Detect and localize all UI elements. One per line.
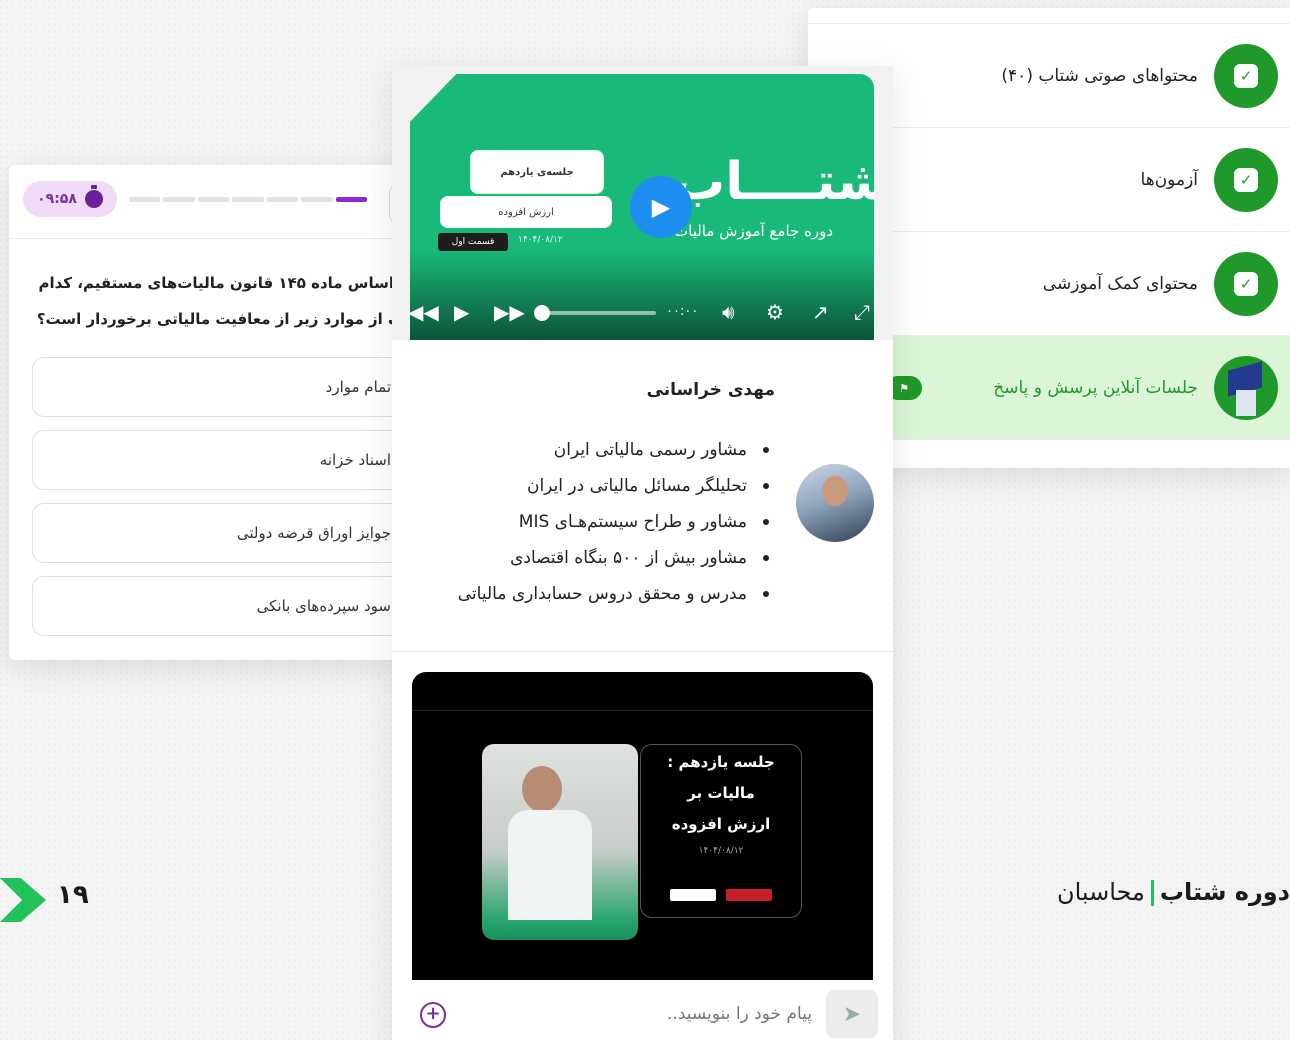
- question-line-1: براساس ماده ۱۴۵ قانون مالیات‌های مستقیم،…: [38, 274, 410, 292]
- quiz-header: ۰۹:۵۸: [9, 165, 409, 239]
- course-item-label: محتواهای صوتی شتاب (۴۰): [1001, 65, 1198, 86]
- video-controls: ◀◀ ▶ ▶▶ ۰۰:۰۰ 🔊︎ ⚙ ↗ ⤢: [392, 290, 893, 336]
- quiz-timer: ۰۹:۵۸: [23, 181, 117, 217]
- progress-segment: [232, 197, 264, 202]
- session-tag: جلسه‌ی یازدهم: [470, 150, 604, 194]
- quiz-panel: ۰۹:۵۸ براساس ماده ۱۴۵ قانون مالیات‌های م…: [9, 165, 409, 660]
- credential-item: مشاور بیش از ۵۰۰ بنگاه اقتصادی: [458, 540, 773, 576]
- external-link-icon[interactable]: ↗: [812, 300, 829, 324]
- option-label: تمام موارد: [325, 378, 391, 396]
- progress-segment: [129, 197, 161, 202]
- video-date: ۱۴۰۴/۰۸/۱۲: [518, 235, 563, 245]
- progress-segment: [197, 197, 230, 202]
- option-label: سود سپرده‌های بانکی: [256, 597, 391, 615]
- quiz-option[interactable]: اسناد خزانه: [32, 430, 409, 490]
- rewind-icon[interactable]: ◀◀: [408, 300, 439, 324]
- message-input[interactable]: [472, 996, 812, 1032]
- progress-segment: [266, 197, 299, 202]
- credential-item: مشاور و طراح سیستم‌هـای MIS: [458, 504, 773, 540]
- question-text: براساس ماده ۱۴۵ قانون مالیات‌های مستقیم،…: [37, 265, 409, 337]
- check-icon: ✓: [1214, 43, 1278, 108]
- credential-item: تحلیلگر مسائل مالیاتی در ایران: [458, 468, 773, 504]
- timer-value: ۰۹:۵۸: [37, 191, 77, 207]
- time-display: ۰۰:۰۰: [666, 304, 699, 319]
- footer-title: دوره شتاب محاسبان: [1044, 878, 1290, 906]
- chevron-right-icon: [0, 878, 46, 922]
- partner-logos: [661, 889, 781, 903]
- footer-separator: [1150, 880, 1154, 906]
- episode-tag: قسمت اول: [438, 233, 508, 251]
- seek-handle[interactable]: [534, 305, 550, 321]
- credential-item: مدرس و محقق دروس حسابداری مالیاتی: [458, 576, 773, 612]
- lesson-panel: جلسه‌ی یازدهم ارزش افزوده قسمت اول ۱۴۰۴/…: [392, 66, 893, 1040]
- credential-item: مشاور رسمی مالیاتی ایران: [458, 432, 773, 468]
- quiz-option[interactable]: جوایز اوراق قرضه دولتی: [32, 503, 409, 563]
- session-title-line-2: مالیات بر: [687, 784, 755, 802]
- cube-icon: [1214, 355, 1278, 420]
- footer-course-name: دوره شتاب: [1159, 878, 1290, 906]
- chat-composer: ➤ +: [392, 980, 893, 1040]
- settings-icon[interactable]: ⚙: [766, 300, 784, 324]
- progress-segment: [335, 197, 367, 202]
- brand-subtitle: دوره جامع آموزش مالیات: [674, 222, 834, 240]
- session-title-line-3: ارزش افزوده: [671, 815, 771, 833]
- check-icon: ✓: [1214, 147, 1278, 212]
- play-icon[interactable]: ▶: [630, 176, 692, 238]
- partner-logo: [726, 889, 772, 901]
- instructor-section: مهدی خراسانی مشاور رسمی مالیاتی ایران تح…: [392, 356, 893, 652]
- footer-brand: محاسبان: [1056, 878, 1145, 906]
- progress-segment: [301, 197, 333, 202]
- play-button-icon[interactable]: ▶: [454, 300, 469, 324]
- volume-icon[interactable]: 🔊︎: [722, 300, 735, 324]
- video-player[interactable]: جلسه‌ی یازدهم ارزش افزوده قسمت اول ۱۴۰۴/…: [392, 66, 893, 340]
- instructor-credentials: مشاور رسمی مالیاتی ایران تحلیلگر مسائل م…: [458, 432, 773, 612]
- page-number: ۱۹: [57, 880, 89, 910]
- quiz-option[interactable]: تمام موارد: [32, 357, 409, 417]
- option-label: اسناد خزانه: [319, 451, 391, 469]
- add-attachment-icon[interactable]: +: [420, 1002, 446, 1028]
- brand-logo: [670, 889, 716, 901]
- seek-bar[interactable]: [538, 311, 656, 315]
- fast-forward-icon[interactable]: ▶▶: [494, 300, 525, 324]
- quiz-progress-bar: [129, 197, 367, 202]
- instructor-name: مهدی خراسانی: [646, 380, 775, 400]
- instructor-avatar: [796, 464, 874, 542]
- send-icon[interactable]: ➤: [826, 990, 878, 1038]
- quiz-option[interactable]: سود سپرده‌های بانکی: [32, 576, 409, 636]
- panel-top-strip: [808, 8, 1290, 24]
- instructor-photo: [482, 744, 638, 940]
- question-line-2: یک از موارد زیر از معافیت مالیاتی برخورد…: [37, 310, 409, 328]
- fullscreen-icon[interactable]: ⤢: [854, 300, 870, 324]
- brand-title: شتــــاب: [673, 152, 874, 212]
- progress-segment: [163, 197, 195, 202]
- session-title-line-1: جلسه یازدهم :: [667, 753, 775, 771]
- course-item-label: آزمون‌ها: [1140, 169, 1198, 190]
- session-title-card: جلسه یازدهم : مالیات بر ارزش افزوده ۱۴۰۴…: [640, 744, 802, 918]
- course-item-label: محتوای کمک آموزشی: [1042, 273, 1198, 294]
- subject-tag: ارزش افزوده: [440, 196, 612, 228]
- session-video-card[interactable]: جلسه یازدهم : مالیات بر ارزش افزوده ۱۴۰۴…: [412, 672, 873, 982]
- course-item-label: جلسات آنلاین پرسش و پاسخ: [993, 377, 1198, 398]
- divider: [412, 710, 873, 711]
- option-label: جوایز اوراق قرضه دولتی: [236, 524, 391, 542]
- session-date: ۱۴۰۴/۰۸/۱۲: [698, 846, 744, 856]
- check-icon: ✓: [1214, 251, 1278, 316]
- stopwatch-icon: [84, 185, 103, 208]
